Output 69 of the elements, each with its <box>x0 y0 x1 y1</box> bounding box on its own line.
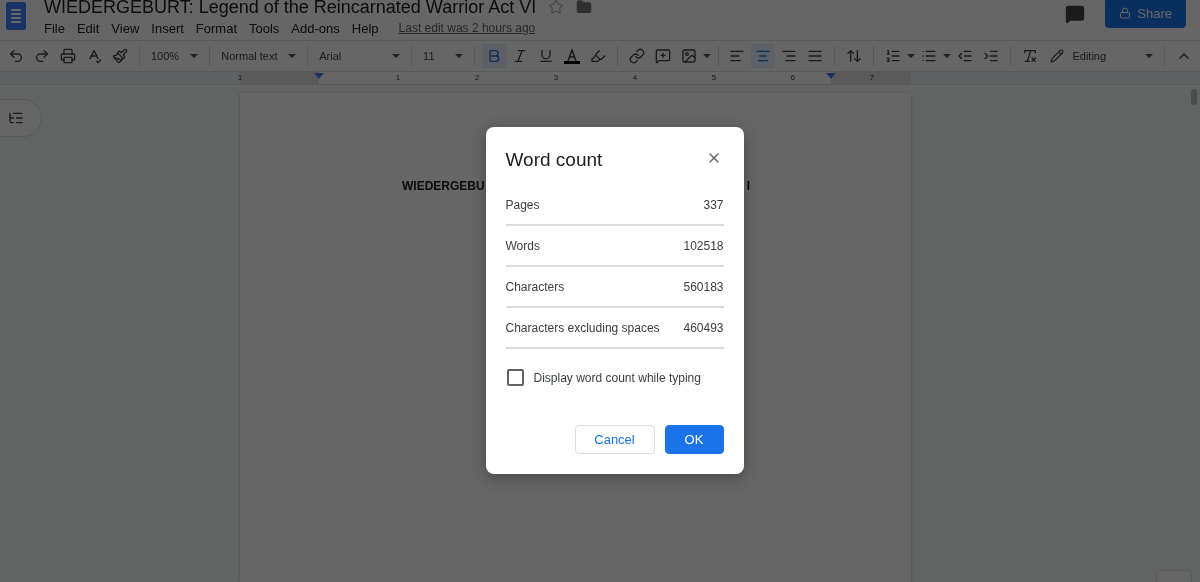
editing-mode-dropdown[interactable]: Editing <box>1046 44 1157 68</box>
style-dropdown[interactable]: Normal text <box>217 44 301 68</box>
ruler-number: 1 <box>395 72 401 84</box>
document-text: I <box>746 179 750 193</box>
font-size-dropdown[interactable]: 11 <box>419 44 467 68</box>
font-dropdown[interactable]: Arial <box>315 44 405 68</box>
numbered-list-icon <box>885 48 902 64</box>
image-icon <box>680 48 697 64</box>
align-left-icon <box>729 48 746 64</box>
cancel-button[interactable]: Cancel <box>574 425 655 454</box>
outline-icon <box>8 110 24 126</box>
line-spacing-icon <box>846 48 863 64</box>
stat-value: 460493 <box>683 320 724 335</box>
stat-label: Characters <box>505 279 565 294</box>
ruler-number: 2 <box>474 72 480 84</box>
menu-item[interactable]: Edit <box>70 20 106 36</box>
document-text: WIEDERGEBU <box>402 179 485 193</box>
ruler-number: 3 <box>553 72 559 84</box>
bold-button[interactable] <box>481 44 506 68</box>
add-comment-icon <box>654 48 671 64</box>
align-center-button[interactable] <box>751 44 776 68</box>
stat-value: 337 <box>703 197 724 212</box>
menu-item[interactable]: View <box>105 20 146 36</box>
ruler-number: 6 <box>790 72 796 84</box>
link-icon <box>628 48 645 64</box>
align-center-icon <box>755 48 772 64</box>
share-button[interactable]: Share <box>1105 0 1186 28</box>
stat-label: Words <box>505 238 540 253</box>
lock-icon <box>1119 7 1132 19</box>
comments-icon[interactable] <box>1065 4 1086 24</box>
ok-button[interactable]: OK <box>664 425 724 454</box>
folder-icon[interactable] <box>576 0 593 15</box>
menu-item[interactable]: Add-ons <box>285 20 346 36</box>
pencil-icon <box>1050 49 1065 63</box>
increase-indent-icon <box>983 48 1000 64</box>
paint-format-icon <box>112 48 128 64</box>
zoom-dropdown[interactable]: 100% <box>147 44 203 68</box>
stat-label: Characters excluding spaces <box>505 320 660 335</box>
ruler-number: 4 <box>632 72 638 84</box>
star-icon[interactable] <box>548 0 565 15</box>
decrease-indent-icon <box>957 48 974 64</box>
stat-value: 102518 <box>683 238 724 253</box>
bulleted-list-icon <box>921 48 938 64</box>
checkbox-label: Display word count while typing <box>533 370 701 385</box>
menu-item[interactable]: Format <box>189 20 243 36</box>
redo-icon <box>34 48 50 64</box>
outline-button[interactable] <box>0 99 42 137</box>
spellcheck-icon <box>86 48 102 64</box>
underline-icon <box>537 48 554 64</box>
ruler-number: 5 <box>711 72 717 84</box>
print-icon <box>60 48 76 64</box>
align-right-icon <box>781 48 798 64</box>
indent-marker[interactable] <box>314 73 324 79</box>
last-edit-link[interactable]: Last edit was 2 hours ago <box>398 21 536 35</box>
checkbox[interactable] <box>506 369 524 386</box>
menu-item[interactable]: File <box>44 20 71 36</box>
text-color-icon <box>563 48 580 64</box>
dialog-title: Word count <box>505 149 603 171</box>
undo-icon <box>8 48 24 64</box>
align-justify-icon <box>807 48 824 64</box>
stat-label: Pages <box>505 197 540 212</box>
menu-item[interactable]: Tools <box>243 20 286 36</box>
menu-item[interactable]: Help <box>345 20 385 36</box>
indent-marker[interactable] <box>826 73 836 79</box>
highlighter-icon <box>589 48 606 64</box>
stat-value: 560183 <box>683 279 724 294</box>
document-title[interactable]: WIEDERGEBURT: Legend of the Reincarnated Warrior Act VI <box>44 0 537 18</box>
clear-formatting-icon <box>1022 48 1039 64</box>
menu-item[interactable]: Insert <box>145 20 190 36</box>
